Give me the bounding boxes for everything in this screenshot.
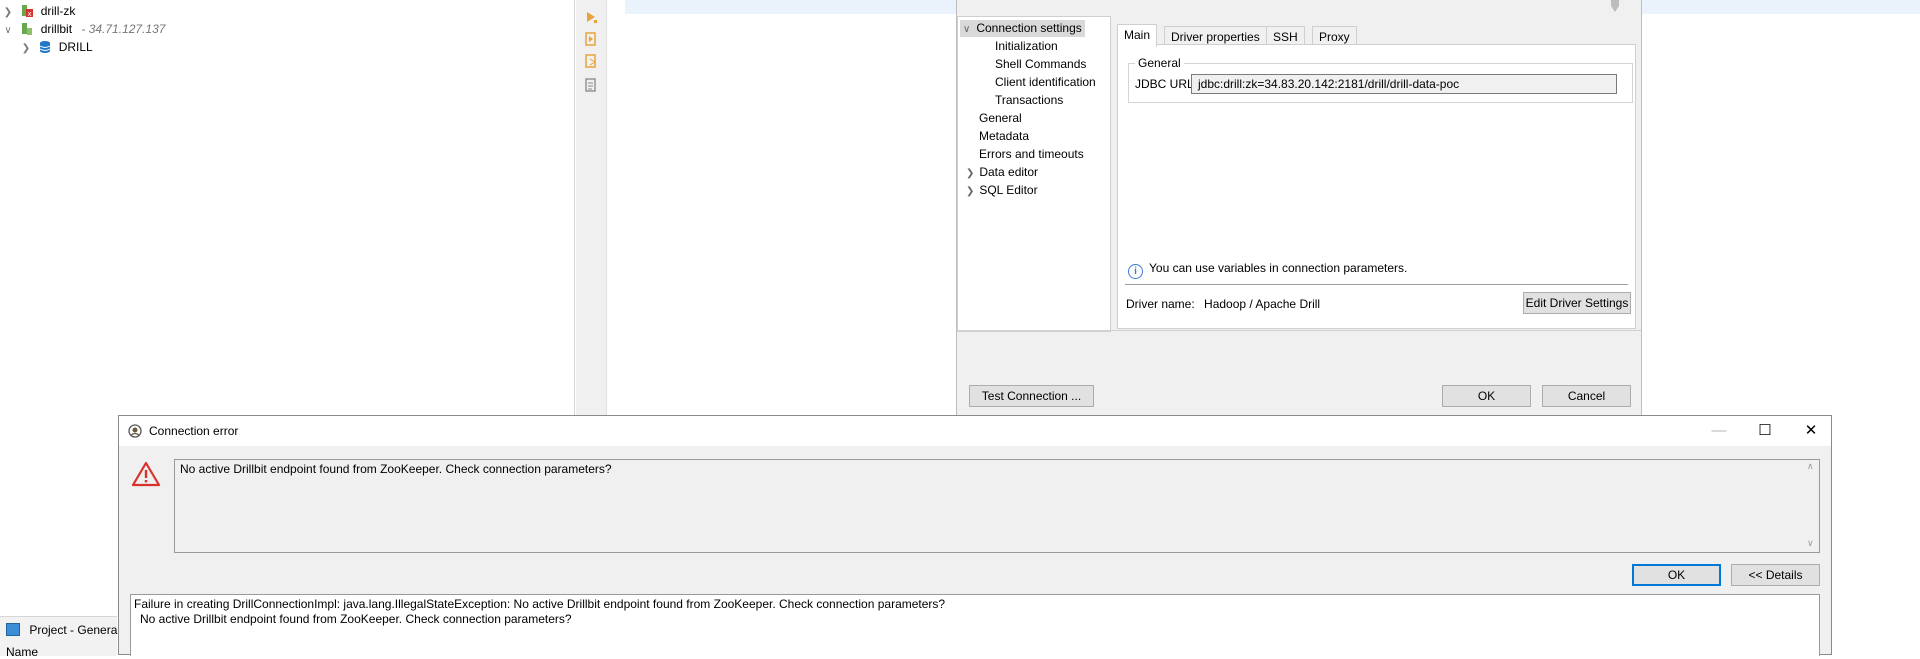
jdbc-url-field[interactable]: jdbc:drill:zk=34.83.20.142:2181/drill/dr… bbox=[1191, 74, 1617, 94]
jdbc-label: JDBC URL: bbox=[1135, 77, 1198, 91]
host-address: - 34.71.127.137 bbox=[81, 22, 166, 36]
nav-label: Connection settings bbox=[976, 21, 1082, 35]
driver-name-label: Driver name: bbox=[1126, 297, 1195, 311]
tab-main[interactable]: Main bbox=[1117, 24, 1158, 47]
info-icon: i bbox=[1128, 264, 1143, 279]
expand-icon[interactable]: ❯ bbox=[966, 165, 976, 182]
nav-initialization[interactable]: Initialization bbox=[995, 38, 1058, 55]
connection-error-dialog: Connection error — ☐ ✕ No active Drillbi… bbox=[118, 415, 1832, 656]
expand-icon[interactable]: ❯ bbox=[20, 40, 32, 58]
nav-transactions[interactable]: Transactions bbox=[995, 92, 1063, 109]
name-column-header: Name bbox=[6, 645, 39, 659]
test-connection-button[interactable]: Test Connection ... bbox=[969, 385, 1094, 407]
nav-connection-settings[interactable]: ∨ Connection settings bbox=[960, 20, 1085, 37]
general-group: General JDBC URL: jdbc:drill:zk=34.83.20… bbox=[1128, 56, 1633, 103]
nav-metadata[interactable]: Metadata bbox=[979, 128, 1029, 145]
cancel-button[interactable]: Cancel bbox=[1542, 385, 1631, 407]
expand-icon[interactable]: ❯ bbox=[966, 183, 976, 200]
nav-sql-editor[interactable]: ❯ SQL Editor bbox=[966, 182, 1038, 199]
project-tab[interactable]: Project - General bbox=[6, 623, 120, 637]
nav-data-editor[interactable]: ❯ Data editor bbox=[966, 164, 1038, 181]
tree-label: drillbit bbox=[40, 22, 73, 36]
tree-label: DRILL bbox=[58, 40, 93, 54]
project-tab-label: Project - General bbox=[29, 623, 121, 637]
driver-name-row: Driver name: Hadoop / Apache Drill bbox=[1126, 297, 1320, 311]
divider bbox=[957, 330, 1641, 331]
error-ok-button[interactable]: OK bbox=[1632, 564, 1721, 586]
edit-driver-settings-button[interactable]: Edit Driver Settings bbox=[1523, 292, 1631, 314]
nav-errors-timeouts[interactable]: Errors and timeouts bbox=[979, 146, 1084, 163]
database-icon bbox=[40, 41, 51, 53]
plug-icon bbox=[1611, 0, 1619, 12]
details-line: Failure in creating DrillConnectionImpl:… bbox=[134, 597, 946, 611]
dbeaver-icon bbox=[128, 424, 142, 438]
editor-toolbar bbox=[576, 0, 607, 420]
error-message-box[interactable]: No active Drillbit endpoint found from Z… bbox=[174, 459, 1820, 553]
error-message: No active Drillbit endpoint found from Z… bbox=[180, 462, 612, 476]
variables-hint-text: You can use variables in connection para… bbox=[1149, 261, 1408, 275]
project-view-tab[interactable]: Project - General Name bbox=[0, 616, 120, 659]
settings-nav-tree: ∨ Connection settings Initialization She… bbox=[957, 16, 1111, 332]
tree-node-drillbit[interactable]: ∨ drillbit - 34.71.127.137 bbox=[2, 20, 165, 38]
scroll-down-icon[interactable]: ∨ bbox=[1807, 538, 1814, 549]
details-button[interactable]: << Details bbox=[1731, 564, 1820, 586]
project-icon bbox=[6, 623, 20, 636]
run-script-icon[interactable] bbox=[584, 32, 598, 46]
tree-node-drill-zk[interactable]: ❯ x drill-zk bbox=[2, 2, 76, 20]
nav-label: Data editor bbox=[979, 165, 1039, 179]
svg-text:x: x bbox=[28, 10, 32, 18]
details-line: No active Drillbit endpoint found from Z… bbox=[140, 612, 572, 626]
scroll-up-icon[interactable]: ∧ bbox=[1807, 461, 1814, 472]
group-title: General bbox=[1135, 56, 1184, 70]
nav-client-identification[interactable]: Client identification bbox=[995, 74, 1096, 91]
minimize-icon[interactable]: — bbox=[1696, 416, 1742, 446]
close-icon[interactable]: ✕ bbox=[1788, 416, 1834, 446]
tree-node-drill-db[interactable]: ❯ DRILL bbox=[20, 38, 93, 56]
collapse-icon[interactable]: ∨ bbox=[963, 21, 973, 38]
driver-name-value: Hadoop / Apache Drill bbox=[1204, 297, 1321, 311]
collapse-icon[interactable]: ∨ bbox=[2, 22, 14, 40]
connection-error-icon: x bbox=[22, 5, 34, 18]
run-statement-icon[interactable] bbox=[584, 10, 598, 24]
nav-shell-commands[interactable]: Shell Commands bbox=[995, 56, 1086, 73]
divider bbox=[1125, 284, 1628, 285]
warning-icon bbox=[131, 461, 161, 487]
connection-icon bbox=[22, 23, 33, 35]
error-details-box[interactable]: Failure in creating DrillConnectionImpl:… bbox=[130, 594, 1820, 656]
execute-plan-icon[interactable] bbox=[584, 54, 598, 68]
dialog-title: Connection error bbox=[149, 424, 239, 438]
nav-general[interactable]: General bbox=[979, 110, 1022, 127]
script-properties-icon[interactable] bbox=[584, 78, 598, 92]
message-scrollbar[interactable]: ∧ ∨ bbox=[1803, 460, 1819, 552]
title-bar: Connection error — ☐ ✕ bbox=[119, 416, 1831, 446]
variables-hint: i You can use variables in connection par… bbox=[1128, 261, 1407, 279]
connection-settings-dialog: ∨ Connection settings Initialization She… bbox=[956, 0, 1642, 416]
tree-label: drill-zk bbox=[40, 4, 76, 18]
ok-button[interactable]: OK bbox=[1442, 385, 1531, 407]
main-tab-panel: General JDBC URL: jdbc:drill:zk=34.83.20… bbox=[1117, 44, 1636, 329]
maximize-icon[interactable]: ☐ bbox=[1742, 416, 1788, 446]
nav-label: SQL Editor bbox=[979, 183, 1038, 197]
